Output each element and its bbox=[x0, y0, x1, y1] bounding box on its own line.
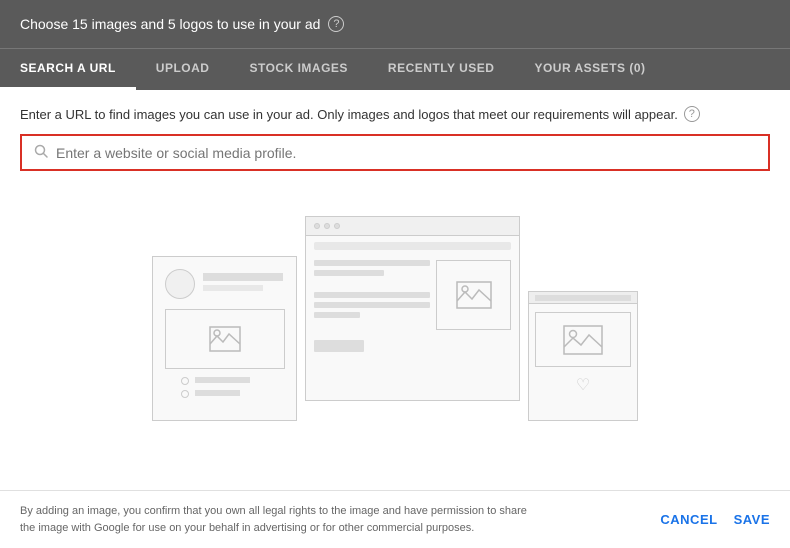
dot-2 bbox=[324, 223, 330, 229]
dot-3 bbox=[334, 223, 340, 229]
text-line-2 bbox=[314, 270, 384, 276]
search-bar-2 bbox=[203, 285, 263, 291]
search-url-box bbox=[20, 134, 770, 171]
dot-1 bbox=[314, 223, 320, 229]
text-line-5 bbox=[314, 312, 360, 318]
wireframe-mockups: ♡ bbox=[152, 236, 638, 421]
illustration-area: ♡ bbox=[20, 183, 770, 474]
list-line-1 bbox=[195, 377, 250, 383]
dialog-header: Choose 15 images and 5 logos to use in y… bbox=[0, 0, 790, 48]
search-bar-1 bbox=[203, 273, 283, 281]
text-line-1 bbox=[314, 260, 430, 266]
save-button[interactable]: SAVE bbox=[734, 512, 770, 527]
dialog-footer: By adding an image, you confirm that you… bbox=[0, 490, 790, 548]
mockup-image-right bbox=[436, 260, 511, 330]
text-line-4 bbox=[314, 302, 430, 308]
mockup-center bbox=[305, 216, 520, 401]
tab-description: Enter a URL to find images you can use i… bbox=[20, 106, 770, 122]
browser-dots bbox=[306, 217, 519, 236]
mockup-button bbox=[314, 340, 364, 352]
description-help-icon[interactable]: ? bbox=[684, 106, 700, 122]
tab-stock-images[interactable]: STOCK IMAGES bbox=[229, 49, 367, 90]
heart-icon: ♡ bbox=[529, 371, 637, 399]
tab-upload[interactable]: UPLOAD bbox=[136, 49, 230, 90]
tab-content: Enter a URL to find images you can use i… bbox=[0, 90, 790, 490]
mockup-left-col bbox=[314, 260, 430, 330]
header-title: Choose 15 images and 5 logos to use in y… bbox=[20, 16, 320, 32]
url-bar bbox=[314, 242, 511, 250]
list-line-2 bbox=[195, 390, 240, 396]
mockup-content bbox=[306, 256, 519, 334]
search-input[interactable] bbox=[56, 145, 756, 161]
cancel-button[interactable]: CANCEL bbox=[660, 512, 717, 527]
mockup-right: ♡ bbox=[528, 291, 638, 421]
tab-bar: SEARCH A URL UPLOAD STOCK IMAGES RECENTL… bbox=[0, 48, 790, 90]
tab-your-assets[interactable]: YOUR ASSETS (0) bbox=[514, 49, 665, 90]
header-help-icon[interactable]: ? bbox=[328, 16, 344, 32]
footer-actions: CANCEL SAVE bbox=[660, 512, 770, 527]
mockup-right-header bbox=[529, 292, 637, 304]
text-line-3 bbox=[314, 292, 430, 298]
list-dot-2 bbox=[181, 390, 189, 398]
tab-recently-used[interactable]: RECENTLY USED bbox=[368, 49, 515, 90]
mockup-search-bar bbox=[535, 295, 631, 301]
search-icon bbox=[34, 144, 48, 161]
mockup-left bbox=[152, 256, 297, 421]
footer-legal-text: By adding an image, you confirm that you… bbox=[20, 503, 540, 536]
tab-search-url[interactable]: SEARCH A URL bbox=[0, 49, 136, 90]
mockup-right-image bbox=[535, 312, 631, 367]
avatar-circle bbox=[165, 269, 195, 299]
image-placeholder-left bbox=[165, 309, 285, 369]
list-dot-1 bbox=[181, 377, 189, 385]
